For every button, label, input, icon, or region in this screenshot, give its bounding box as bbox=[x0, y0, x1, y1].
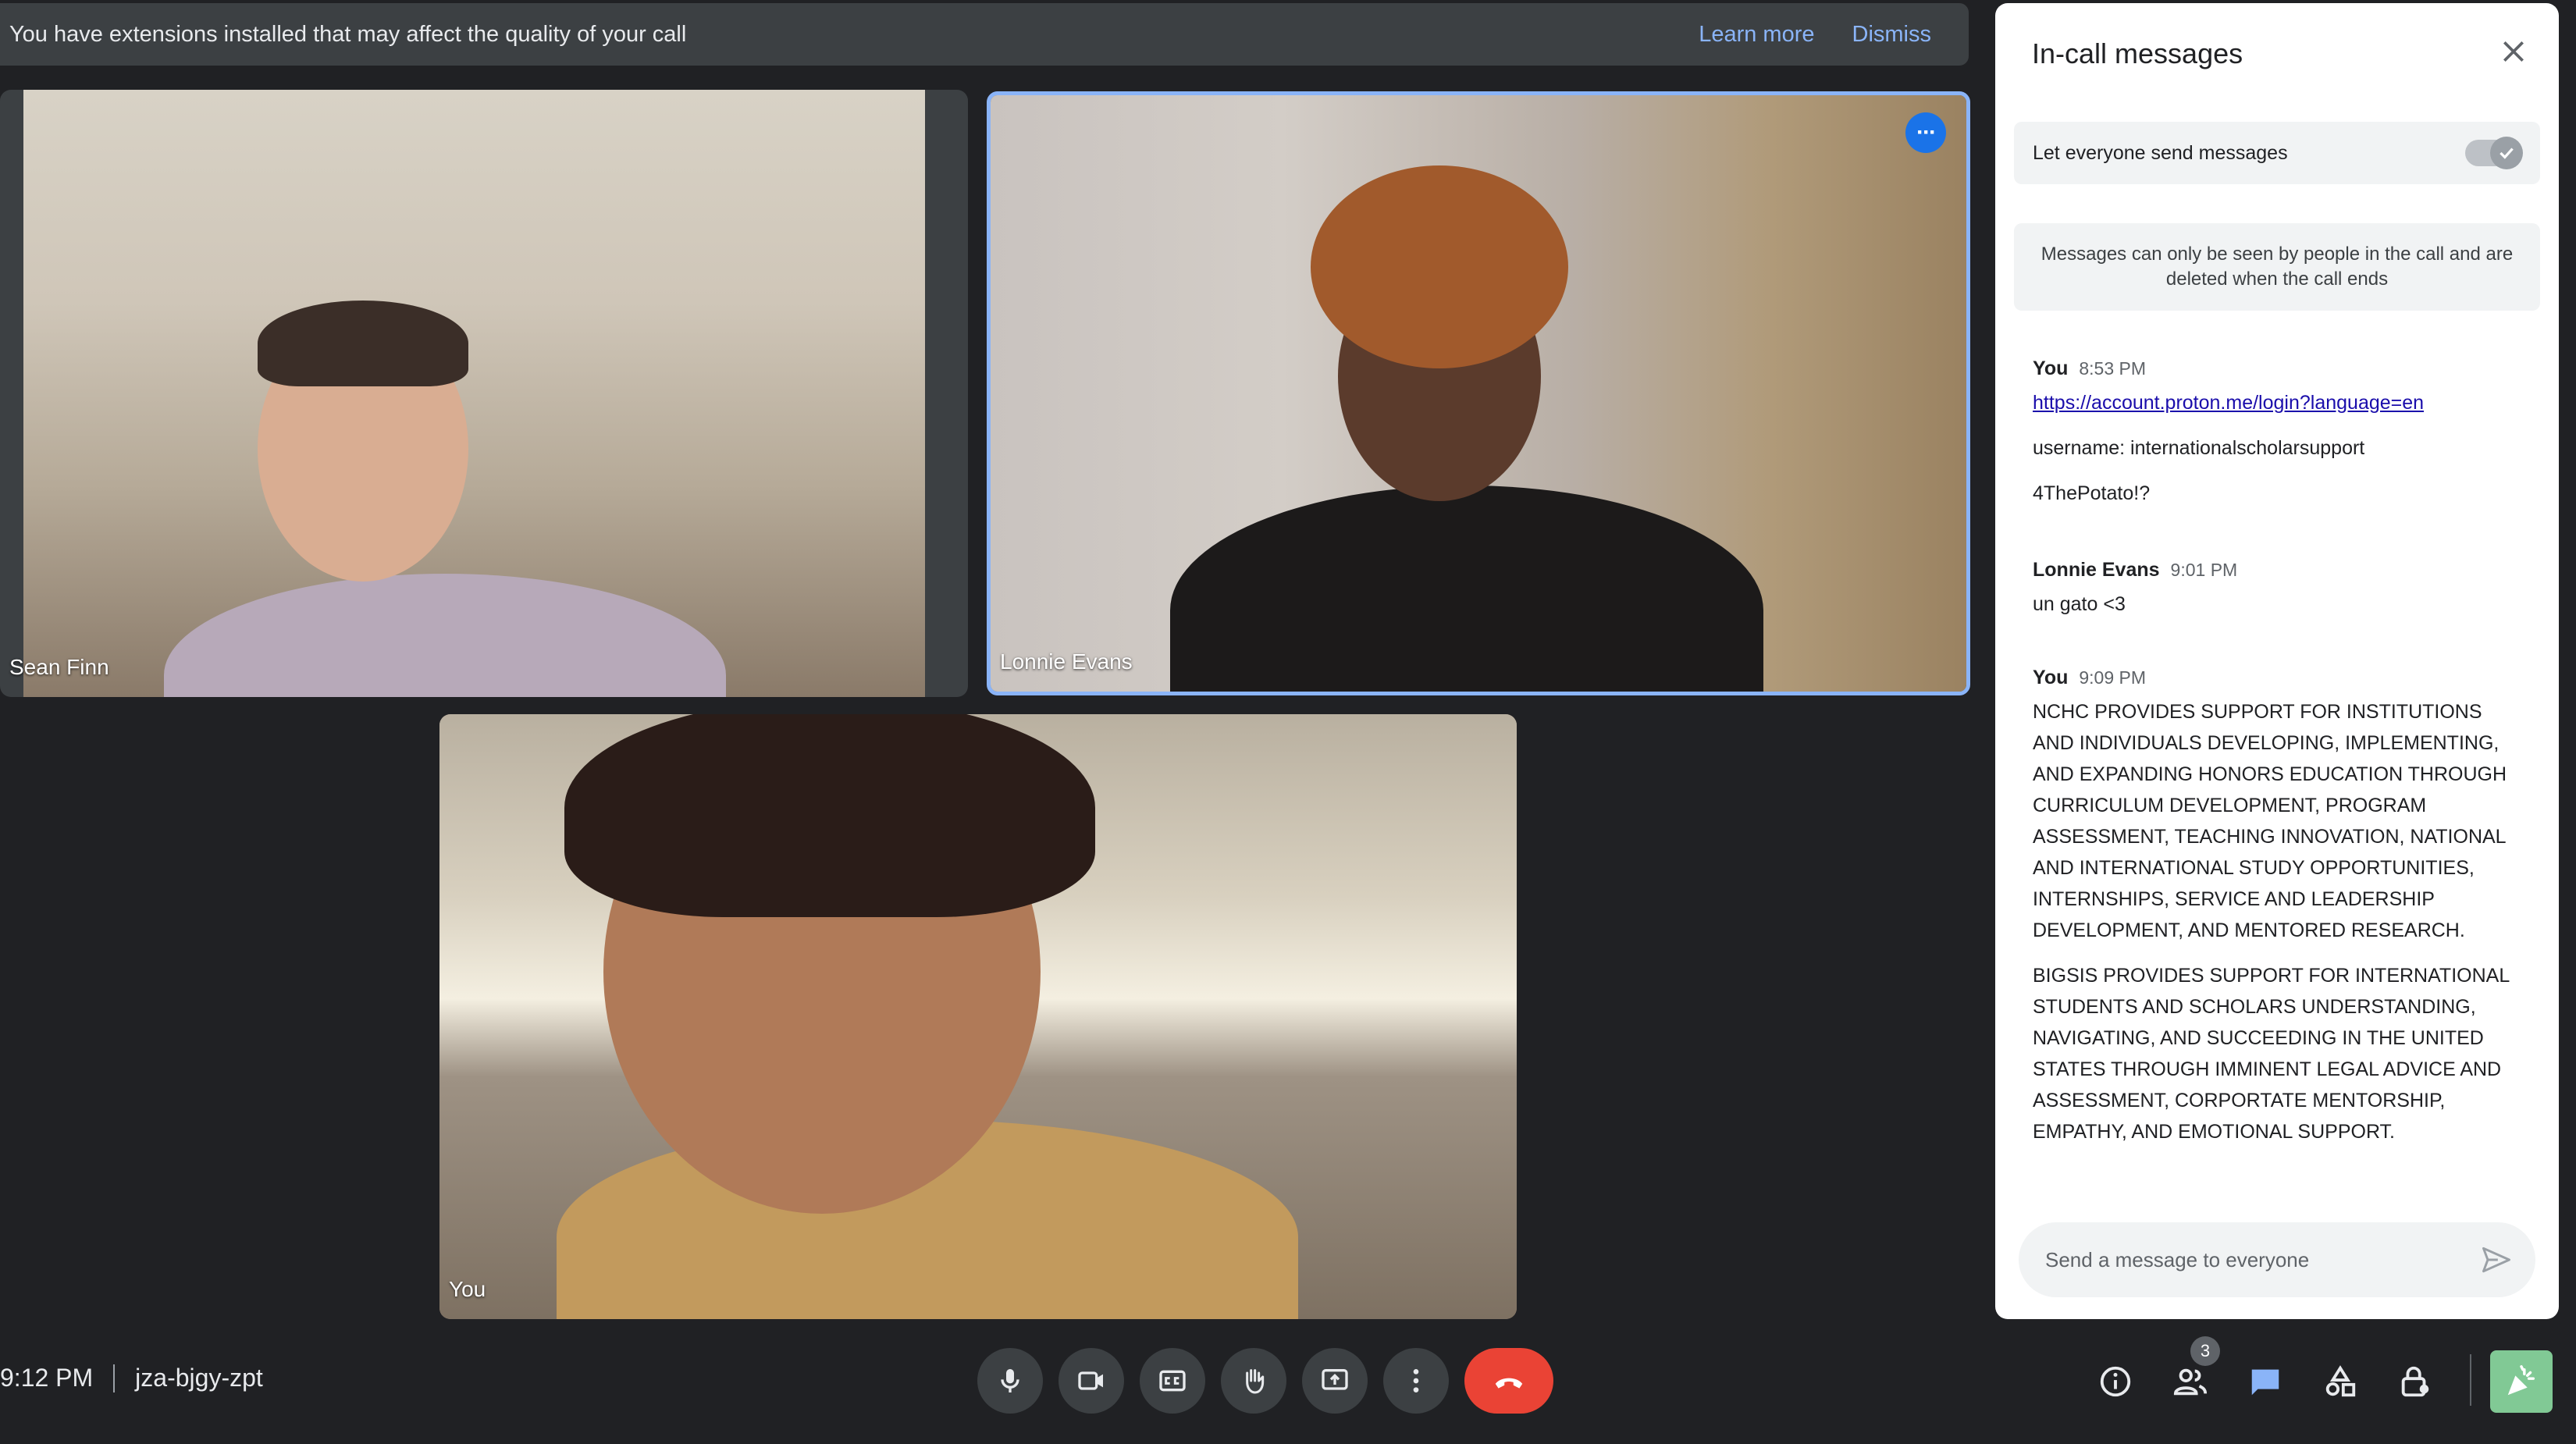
participant-name: Lonnie Evans bbox=[1000, 649, 1133, 674]
extension-warning-banner: You have extensions installed that may a… bbox=[0, 3, 1969, 66]
present-button[interactable] bbox=[1302, 1348, 1368, 1414]
messages-info-notice: Messages can only be seen by people in t… bbox=[2014, 223, 2540, 311]
people-button[interactable] bbox=[2170, 1361, 2211, 1402]
send-icon[interactable] bbox=[2479, 1243, 2514, 1277]
more-vert-icon bbox=[1413, 1369, 1419, 1392]
people-count-badge: 3 bbox=[2190, 1336, 2220, 1366]
in-call-messages-panel: In-call messages Let everyone send messa… bbox=[1995, 3, 2559, 1319]
camera-button[interactable] bbox=[1059, 1348, 1124, 1414]
message-sender: Lonnie Evans bbox=[2033, 559, 2160, 581]
message-time: 8:53 PM bbox=[2079, 358, 2147, 379]
participant-name: You bbox=[449, 1277, 486, 1301]
message-text: username: internationalscholarsupport bbox=[2033, 437, 2365, 459]
message-text: BIGSIS PROVIDES SUPPORT FOR INTERNATIONA… bbox=[2033, 965, 2510, 1143]
present-screen-icon bbox=[1322, 1369, 1348, 1390]
toggle-label: Let everyone send messages bbox=[2033, 141, 2288, 164]
camera-icon bbox=[1078, 1371, 1103, 1390]
hang-up-icon bbox=[1495, 1378, 1523, 1389]
info-icon bbox=[2100, 1366, 2131, 1397]
chat-message: You 9:09 PM NCHC PROVIDES SUPPORT FOR INS… bbox=[2033, 662, 2517, 1147]
meeting-info: 9:12 PM jza-bjgy-zpt bbox=[0, 1364, 263, 1392]
raise-hand-button[interactable] bbox=[1221, 1348, 1286, 1414]
toolbar-separator bbox=[2470, 1354, 2471, 1406]
shapes-icon bbox=[2325, 1365, 2356, 1397]
person-hair bbox=[1311, 165, 1568, 368]
divider bbox=[113, 1364, 116, 1392]
chat-message: You 8:53 PM https://account.proton.me/log… bbox=[2033, 353, 2517, 509]
check-icon bbox=[2490, 137, 2523, 169]
message-sender: You bbox=[2033, 357, 2069, 379]
participant-tile-lonnie[interactable]: ··· Lonnie Evans bbox=[987, 91, 1970, 695]
message-compose-bar bbox=[2019, 1222, 2535, 1297]
panel-title: In-call messages bbox=[2032, 37, 2243, 69]
close-icon[interactable] bbox=[2498, 36, 2529, 67]
person-hair bbox=[564, 714, 1095, 917]
captions-icon bbox=[1159, 1370, 1186, 1392]
participant-tile-sean[interactable]: Sean Finn bbox=[0, 90, 968, 697]
person-body bbox=[1170, 485, 1763, 692]
video-feed bbox=[439, 714, 1517, 1319]
person-hair bbox=[258, 301, 468, 386]
participant-tile-you[interactable]: You bbox=[439, 714, 1517, 1319]
message-text: 4ThePotato!? bbox=[2033, 482, 2151, 504]
send-messages-toggle[interactable] bbox=[2465, 137, 2523, 169]
message-text: NCHC PROVIDES SUPPORT FOR INSTITUTIONS A… bbox=[2033, 701, 2507, 941]
message-input[interactable] bbox=[2044, 1247, 2479, 1273]
activities-button[interactable] bbox=[2490, 1350, 2553, 1413]
message-permission-row: Let everyone send messages bbox=[2014, 122, 2540, 184]
message-text: un gato <3 bbox=[2033, 593, 2126, 615]
person-body bbox=[164, 574, 726, 697]
video-feed bbox=[23, 90, 925, 697]
lock-person-icon bbox=[2401, 1366, 2429, 1397]
banner-text: You have extensions installed that may a… bbox=[9, 21, 687, 47]
activities-shapes-button[interactable] bbox=[2320, 1361, 2361, 1402]
celebration-icon bbox=[2507, 1365, 2535, 1396]
video-feed bbox=[991, 95, 1966, 692]
meeting-details-button[interactable] bbox=[2095, 1361, 2136, 1402]
hand-icon bbox=[1246, 1369, 1265, 1394]
chat-icon bbox=[2251, 1369, 2279, 1396]
message-time: 9:01 PM bbox=[2170, 560, 2238, 580]
current-time: 9:12 PM bbox=[0, 1364, 94, 1392]
dismiss-button[interactable]: Dismiss bbox=[1852, 22, 1932, 48]
people-icon bbox=[2173, 1368, 2208, 1396]
chat-button[interactable] bbox=[2245, 1361, 2286, 1402]
leave-call-button[interactable] bbox=[1464, 1348, 1553, 1414]
host-controls-button[interactable] bbox=[2395, 1361, 2435, 1402]
microphone-button[interactable] bbox=[977, 1348, 1043, 1414]
microphone-icon bbox=[1001, 1369, 1019, 1392]
message-time: 9:09 PM bbox=[2079, 667, 2147, 688]
learn-more-link[interactable]: Learn more bbox=[1699, 22, 1814, 48]
participant-name: Sean Finn bbox=[9, 655, 109, 679]
message-link[interactable]: https://account.proton.me/login?language… bbox=[2033, 387, 2517, 418]
captions-button[interactable] bbox=[1140, 1348, 1205, 1414]
meeting-code: jza-bjgy-zpt bbox=[135, 1364, 263, 1392]
message-sender: You bbox=[2033, 667, 2069, 688]
more-options-button[interactable] bbox=[1383, 1348, 1449, 1414]
more-options-button[interactable]: ··· bbox=[1905, 112, 1946, 153]
chat-message: Lonnie Evans 9:01 PM un gato <3 bbox=[2033, 554, 2517, 620]
